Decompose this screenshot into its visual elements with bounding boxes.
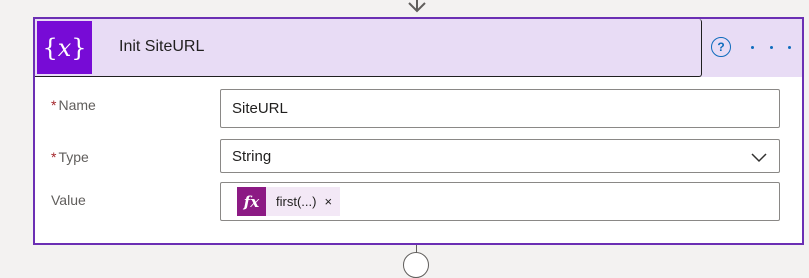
function-icon: fx [237, 187, 266, 216]
name-input-value: SiteURL [232, 100, 288, 117]
help-icon[interactable]: ? [711, 37, 731, 57]
name-label: * Name [51, 97, 96, 113]
value-input[interactable]: fx first(...) × [220, 182, 780, 221]
arrow-down-icon [408, 0, 426, 13]
variable-action-card: {x} Init SiteURL ? * Name SiteURL * Type S… [33, 17, 804, 245]
variable-icon: {x} [37, 21, 92, 74]
type-selected-value: String [232, 147, 272, 165]
expression-token-label: first(...) [276, 194, 317, 209]
more-options-icon[interactable] [751, 37, 791, 57]
expression-token[interactable]: fx first(...) × [237, 187, 341, 216]
add-step-icon[interactable] [403, 252, 429, 278]
type-label: * Type [51, 149, 89, 165]
type-dropdown[interactable]: String [220, 139, 780, 173]
card-header[interactable]: {x} Init SiteURL ? [35, 19, 802, 77]
value-label: Value [51, 192, 86, 208]
action-title[interactable]: Init SiteURL [119, 38, 204, 56]
chevron-down-icon[interactable] [751, 153, 767, 163]
remove-token-icon[interactable]: × [324, 194, 332, 209]
name-input[interactable]: SiteURL [220, 89, 780, 128]
